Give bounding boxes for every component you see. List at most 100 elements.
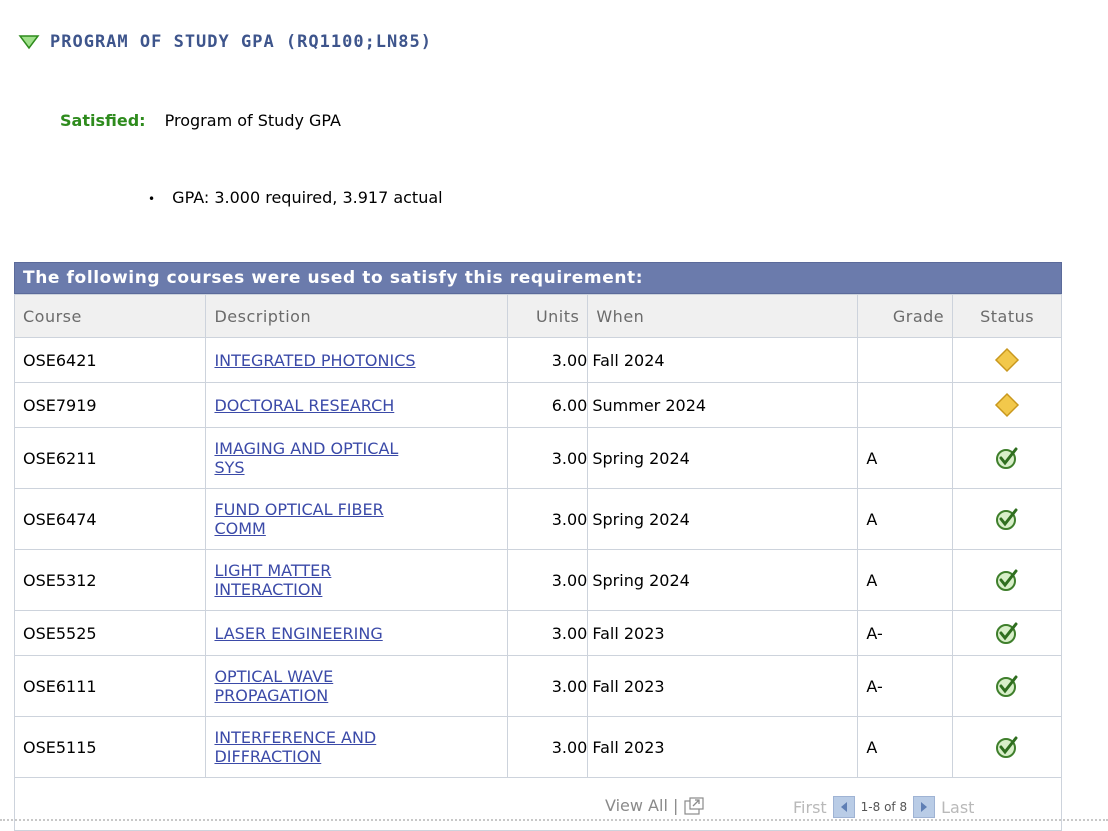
table-row: OSE7919 DOCTORAL RESEARCH 6.00 Summer 2024 — [13, 382, 1062, 428]
in-progress-diamond-icon — [995, 347, 1020, 373]
course-description: IMAGING AND OPTICAL SYS — [205, 427, 508, 489]
column-header-when: When — [587, 294, 859, 338]
table-row: OSE6474 FUND OPTICAL FIBER COMM 3.00 Spring … — [13, 488, 1062, 550]
course-description-line: COMM — [214, 519, 266, 538]
page-range: 1-8 of 8 — [860, 800, 908, 814]
course-code: OSE5525 — [13, 610, 207, 656]
previous-arrow-icon[interactable] — [832, 796, 855, 818]
course-status — [952, 610, 1062, 656]
course-term: Fall 2023 — [587, 655, 859, 717]
course-description-line: IMAGING AND OPTICAL — [214, 439, 399, 458]
completed-check-icon — [996, 622, 1018, 644]
course-term: Summer 2024 — [587, 382, 859, 428]
course-description: DOCTORAL RESEARCH — [205, 382, 508, 428]
course-description-link[interactable]: IMAGING AND OPTICAL SYS — [214, 439, 398, 477]
course-description: LASER ENGINEERING — [205, 610, 508, 656]
course-code: OSE5312 — [13, 549, 207, 611]
course-grade: A — [857, 488, 954, 550]
course-description-link[interactable]: INTERFERENCE AND DIFFRACTION — [214, 728, 376, 766]
column-header-description: Description — [205, 294, 508, 338]
course-grade: A — [857, 716, 954, 778]
requirement-status: Satisfied: Program of Study GPA — [60, 111, 341, 130]
course-status — [952, 549, 1062, 611]
course-status — [952, 382, 1062, 428]
course-description-link[interactable]: OPTICAL WAVE PROPAGATION — [214, 667, 333, 705]
course-status — [952, 488, 1062, 550]
completed-check-icon — [996, 675, 1018, 697]
pagination: First 1-8 of 8 Last — [793, 796, 974, 818]
table-row: OSE6421 INTEGRATED PHOTONICS 3.00 Fall 2024 — [13, 337, 1062, 383]
courses-grid: The following courses were used to satis… — [13, 262, 1062, 831]
table-row: OSE6211 IMAGING AND OPTICAL SYS 3.00 Spring … — [13, 427, 1062, 489]
course-description-line: INTEGRATED PHOTONICS — [214, 350, 416, 370]
column-header-units: Units — [506, 294, 589, 338]
course-description: FUND OPTICAL FIBER COMM — [205, 488, 508, 550]
course-code: OSE6474 — [13, 488, 207, 550]
course-grade: A- — [857, 610, 954, 656]
course-description-line: LIGHT MATTER — [214, 561, 332, 580]
course-term: Fall 2023 — [587, 716, 859, 778]
course-term: Spring 2024 — [587, 549, 859, 611]
table-row: OSE5115 INTERFERENCE AND DIFFRACTION 3.00 Fa… — [13, 716, 1062, 778]
course-code: OSE7919 — [13, 382, 207, 428]
course-description-link[interactable]: DOCTORAL RESEARCH — [214, 396, 394, 415]
completed-check-icon — [996, 508, 1018, 530]
course-description-link[interactable]: FUND OPTICAL FIBER COMM — [214, 500, 383, 538]
course-description-line: LASER ENGINEERING — [214, 623, 383, 643]
next-arrow-icon[interactable] — [913, 796, 936, 818]
status-label: Satisfied: — [60, 111, 146, 130]
courses-table: Course Description Units When Grade Stat… — [13, 294, 1062, 778]
column-header-course: Course — [13, 294, 207, 338]
open-new-window-icon[interactable] — [683, 796, 705, 817]
course-description-link[interactable]: LIGHT MATTER INTERACTION — [214, 561, 331, 599]
course-grade — [857, 382, 954, 428]
first-link[interactable]: First — [793, 798, 827, 817]
course-term: Spring 2024 — [587, 488, 859, 550]
gpa-summary: • GPA: 3.000 required, 3.917 actual — [148, 188, 443, 207]
course-description: INTEGRATED PHOTONICS — [205, 337, 508, 383]
course-description-link[interactable]: INTEGRATED PHOTONICS — [214, 351, 415, 370]
course-code: OSE6421 — [13, 337, 207, 383]
course-term: Fall 2023 — [587, 610, 859, 656]
view-all-link[interactable]: View All | — [605, 796, 678, 815]
gpa-text: GPA: 3.000 required, 3.917 actual — [172, 188, 443, 207]
requirement-header: PROGRAM OF STUDY GPA (RQ1100;LN85) — [18, 32, 432, 52]
completed-check-icon — [996, 569, 1018, 591]
course-description-line: SYS — [214, 458, 245, 477]
course-term: Fall 2024 — [587, 337, 859, 383]
course-code: OSE6111 — [13, 655, 207, 717]
course-description-line: INTERFERENCE AND — [214, 728, 377, 747]
course-description: OPTICAL WAVE PROPAGATION — [205, 655, 508, 717]
course-term: Spring 2024 — [587, 427, 859, 489]
table-header-row: Course Description Units When Grade Stat… — [13, 294, 1062, 338]
column-header-grade: Grade — [857, 294, 954, 338]
course-grade: A — [857, 427, 954, 489]
course-grade: A — [857, 549, 954, 611]
course-units: 3.00 — [506, 716, 589, 778]
course-grade: A- — [857, 655, 954, 717]
course-units: 6.00 — [506, 382, 589, 428]
course-status — [952, 716, 1062, 778]
course-units: 3.00 — [506, 549, 589, 611]
course-units: 3.00 — [506, 337, 589, 383]
course-description: LIGHT MATTER INTERACTION — [205, 549, 508, 611]
course-units: 3.00 — [506, 488, 589, 550]
view-all-group: View All | — [605, 796, 705, 817]
course-description-line: FUND OPTICAL FIBER — [214, 500, 384, 519]
course-description-line: INTERACTION — [214, 580, 323, 599]
table-row: OSE6111 OPTICAL WAVE PROPAGATION 3.00 Fall 2… — [13, 655, 1062, 717]
course-description: INTERFERENCE AND DIFFRACTION — [205, 716, 508, 778]
grid-caption: The following courses were used to satis… — [14, 262, 1062, 294]
course-status — [952, 655, 1062, 717]
status-text: Program of Study GPA — [164, 111, 341, 130]
course-description-link[interactable]: LASER ENGINEERING — [214, 624, 382, 643]
collapse-triangle-icon[interactable] — [18, 33, 40, 51]
requirement-title: PROGRAM OF STUDY GPA (RQ1100;LN85) — [50, 32, 432, 52]
course-units: 3.00 — [506, 655, 589, 717]
table-row: OSE5525 LASER ENGINEERING 3.00 Fall 2023 A- — [13, 610, 1062, 656]
in-progress-diamond-icon — [995, 392, 1020, 418]
bullet-icon: • — [148, 191, 156, 206]
course-code: OSE6211 — [13, 427, 207, 489]
grid-footer: View All | First 1-8 of 8 Last — [14, 778, 1062, 831]
last-link[interactable]: Last — [941, 798, 974, 817]
